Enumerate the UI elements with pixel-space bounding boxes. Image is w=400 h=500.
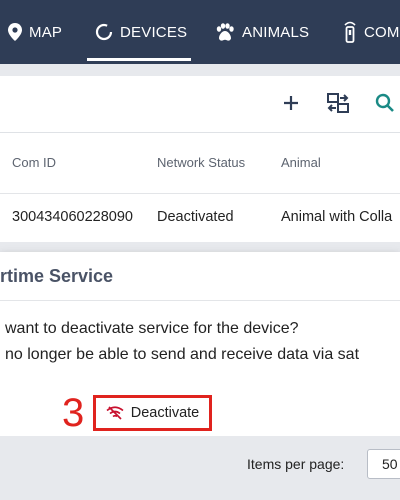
nav-tab-animals[interactable]: ANIMALS (215, 0, 309, 64)
cell-network-status: Deactivated (157, 209, 234, 225)
top-nav: MAP DEVICES ANIMALS COM (0, 0, 400, 64)
column-header-com-id[interactable]: Com ID (12, 155, 56, 170)
deactivate-button-label: Deactivate (130, 405, 200, 421)
nav-tab-com[interactable]: COM (343, 0, 400, 64)
transfer-button[interactable] (325, 90, 351, 116)
column-header-network-status[interactable]: Network Status (157, 155, 245, 170)
cell-com-id: 300434060228090 (12, 209, 133, 225)
annotation-highlight-box: Deactivate (93, 395, 212, 431)
table-toolbar (0, 76, 400, 133)
nav-tab-map[interactable]: MAP (8, 0, 62, 64)
column-header-animal[interactable]: Animal (281, 155, 321, 170)
nav-tab-label: COM (364, 23, 400, 41)
transfer-icon (327, 93, 349, 113)
cell-animal: Animal with Colla (281, 209, 393, 225)
nav-tab-devices[interactable]: DEVICES (95, 0, 187, 64)
tracker-icon (343, 21, 357, 43)
add-icon (284, 96, 298, 110)
deactivate-button[interactable]: Deactivate (100, 401, 205, 425)
table-pagination: Items per page: 50 (0, 436, 400, 500)
dialog-message-line-2: no longer be able to send and receive da… (5, 346, 360, 363)
wifi-off-icon (106, 406, 124, 420)
dialog-title: rtime Service (0, 266, 114, 286)
search-button[interactable] (372, 90, 398, 116)
table-header: Com ID Network Status Animal (0, 133, 400, 194)
add-button[interactable] (278, 90, 304, 116)
dialog-divider (0, 300, 400, 301)
nav-tab-label: DEVICES (120, 23, 188, 41)
devices-ring-icon (95, 23, 113, 41)
nav-tab-label: ANIMALS (242, 23, 310, 41)
table-row[interactable]: 300434060228090 Deactivated Animal with … (0, 194, 400, 242)
items-per-page-value: 50 (382, 456, 398, 472)
map-pin-icon (8, 23, 22, 41)
items-per-page-select[interactable]: 50 (367, 449, 400, 479)
step-annotation-number: 3 (62, 391, 85, 435)
nav-tab-label: MAP (29, 23, 63, 41)
paw-icon (215, 23, 235, 41)
search-icon (375, 93, 394, 112)
active-tab-indicator (87, 58, 191, 61)
dialog-message-line-1: want to deactivate service for the devic… (5, 320, 299, 337)
items-per-page-label: Items per page: (247, 456, 345, 472)
